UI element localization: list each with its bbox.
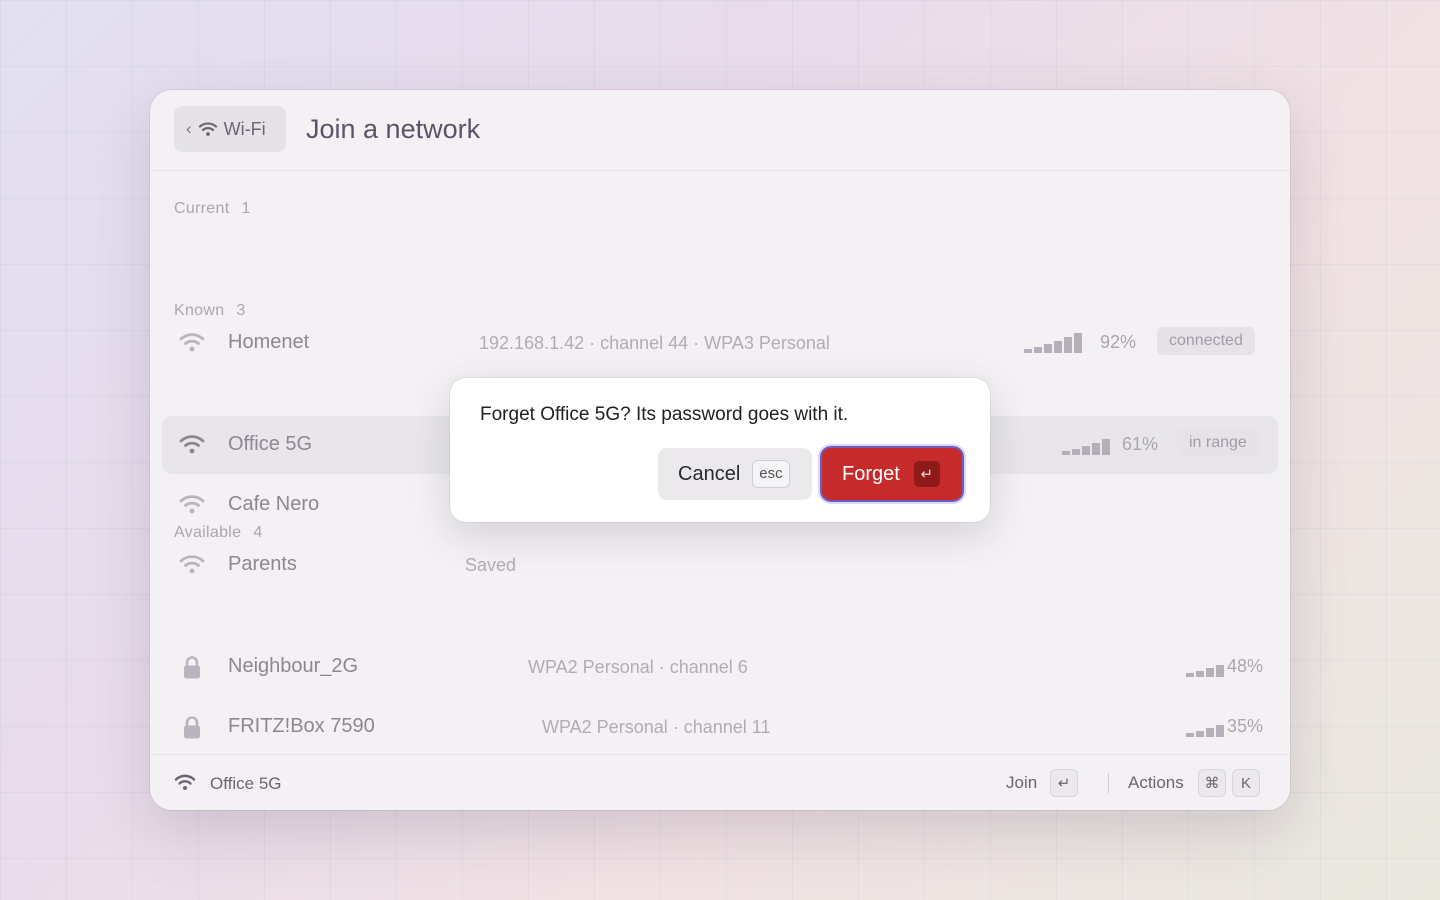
actions-button[interactable]: Actions	[1128, 773, 1184, 793]
lock-icon	[178, 655, 206, 679]
network-details: WPA2 Personal · channel 6	[528, 657, 748, 677]
dialog-message: Forget Office 5G? Its password goes with…	[480, 404, 849, 425]
network-details: 192.168.1.42 · channel 44 · WPA3 Persona…	[479, 333, 830, 353]
wifi-icon	[178, 553, 206, 577]
join-button[interactable]: Join	[1006, 773, 1037, 793]
network-details: WPA2 Personal · channel 11	[542, 717, 771, 737]
cancel-button-label: Cancel	[678, 462, 741, 485]
join-shortcut-key: ↵	[1050, 769, 1078, 797]
wifi-icon	[178, 433, 206, 457]
network-name: Office 5G	[228, 433, 313, 455]
network-name: Homenet	[228, 331, 310, 353]
wifi-icon	[174, 774, 196, 790]
return-key-icon: ↵	[913, 461, 940, 487]
network-name: Cafe Nero	[228, 493, 320, 515]
forget-network-dialog: Forget Office 5G? Its password goes with…	[450, 378, 990, 522]
esc-key: esc	[752, 460, 790, 488]
signal-strength: 48%	[1227, 656, 1264, 676]
command-key: ⌘	[1198, 769, 1226, 797]
signal-bars-icon	[1062, 435, 1110, 455]
selected-network-label: Office 5G	[210, 774, 282, 793]
status-badge: connected	[1157, 327, 1255, 355]
status-badge: in range	[1177, 429, 1259, 457]
footer-divider	[1108, 773, 1109, 793]
lock-icon	[178, 715, 206, 739]
forget-button-label: Forget	[842, 462, 900, 485]
signal-bars-icon	[1186, 657, 1224, 677]
signal-strength: 35%	[1227, 716, 1264, 736]
signal-bars-icon	[1186, 717, 1224, 737]
wifi-icon	[178, 331, 206, 355]
network-name: Neighbour_2G	[228, 655, 359, 677]
page-title: Join a network	[306, 114, 481, 144]
chevron-left-icon: ‹	[186, 119, 192, 138]
header: ‹ Wi-Fi Join a network	[150, 90, 1290, 171]
network-details: Saved	[465, 555, 517, 575]
network-row[interactable]: Neighbour_2G WPA2 Personal · channel 6 48%	[162, 638, 1278, 696]
network-name: Parents	[228, 553, 297, 575]
signal-strength: 61%	[1122, 434, 1159, 454]
network-name: FRITZ!Box 7590	[228, 715, 375, 737]
back-button-label: Wi-Fi	[223, 118, 266, 139]
network-row[interactable]: FRITZ!Box 7590 WPA2 Personal · channel 11…	[162, 698, 1278, 754]
k-key: K	[1232, 769, 1260, 797]
forget-button[interactable]: Forget ↵	[822, 448, 962, 500]
wifi-icon	[198, 122, 217, 136]
cancel-button[interactable]: Cancel esc	[658, 448, 812, 500]
section-label-current: Current 1	[174, 200, 251, 217]
signal-bars-icon	[1024, 333, 1082, 353]
footer-bar: Office 5G Join ↵ Actions ⌘ K	[150, 754, 1290, 810]
network-row[interactable]: Parents Saved	[162, 536, 1278, 594]
network-row[interactable]: Homenet 192.168.1.42 · channel 44 · WPA3 …	[162, 314, 1278, 372]
wifi-icon	[178, 493, 206, 517]
back-to-wifi-button[interactable]: ‹ Wi-Fi	[174, 106, 286, 152]
signal-strength: 92%	[1100, 332, 1137, 352]
